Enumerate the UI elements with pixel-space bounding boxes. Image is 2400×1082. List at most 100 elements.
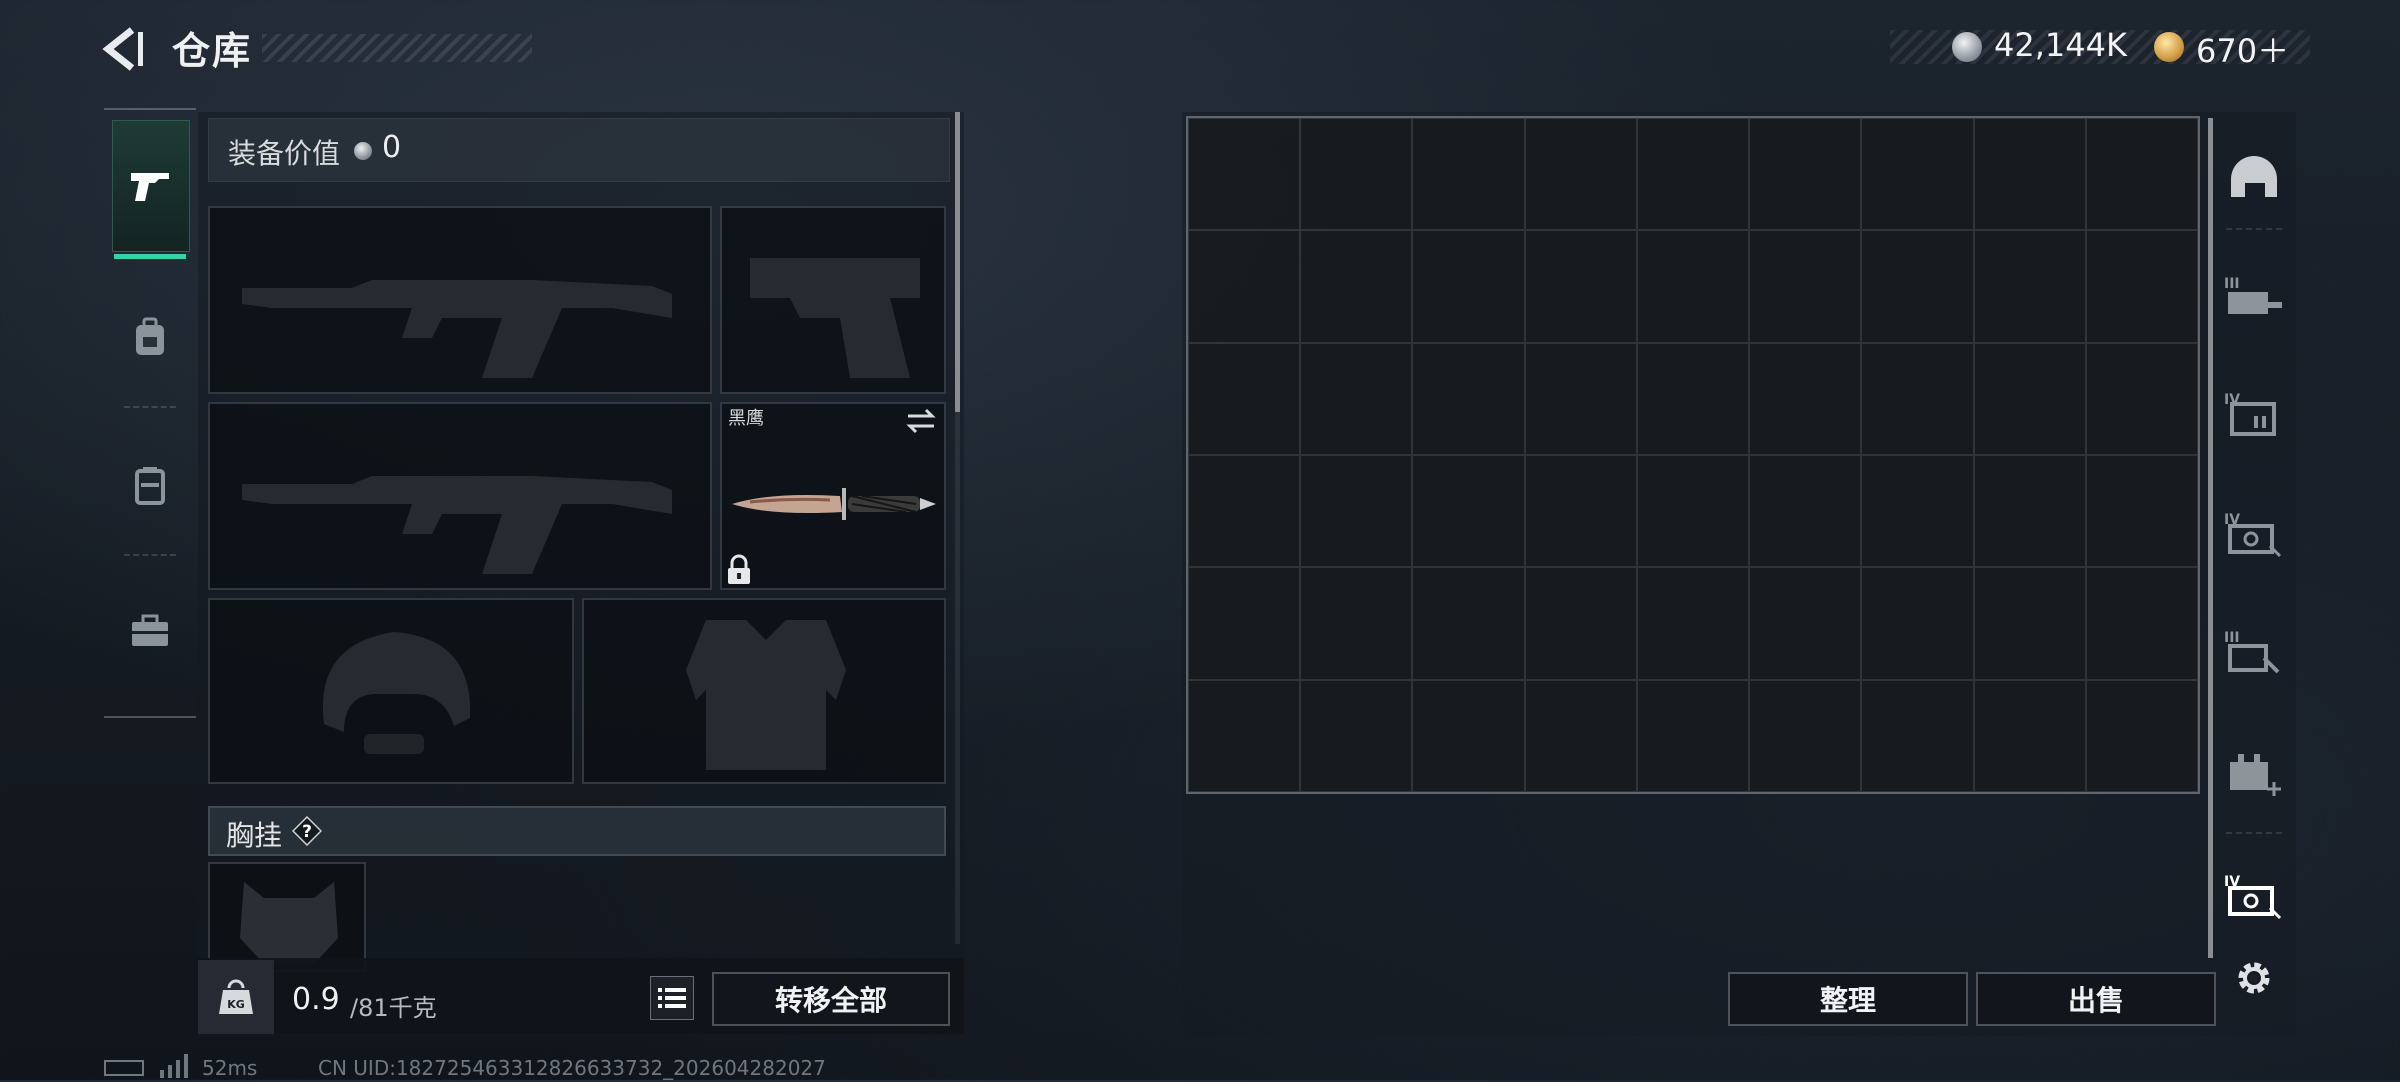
storage-cell[interactable]	[1636, 230, 1750, 343]
sidearm-slot[interactable]	[720, 206, 946, 394]
storage-cell[interactable]	[1973, 230, 2086, 343]
storage-cell[interactable]	[1524, 567, 1637, 680]
filter-helmet[interactable]	[2216, 148, 2292, 208]
gold-amount[interactable]: 670＋	[2196, 26, 2289, 72]
storage-cell[interactable]	[1300, 118, 1413, 231]
storage-cell[interactable]	[1749, 455, 1862, 568]
medkit-icon	[2230, 754, 2281, 796]
storage-cell[interactable]	[1188, 230, 1301, 343]
storage-cell[interactable]	[1188, 567, 1301, 680]
equipment-value-label: 装备价值	[228, 137, 341, 170]
filter-chest-rig-IV[interactable]: IV	[2216, 504, 2292, 564]
sell-button[interactable]: 出售	[1976, 972, 2216, 1026]
storage-cell[interactable]	[2085, 342, 2198, 455]
storage-cell[interactable]	[1412, 455, 1525, 568]
storage-grid[interactable]	[1186, 116, 2200, 794]
storage-cell[interactable]	[2085, 118, 2198, 231]
storage-cell[interactable]	[1412, 567, 1525, 680]
sort-button[interactable]: 整理	[1728, 972, 1968, 1026]
transfer-all-button[interactable]: 转移全部	[712, 972, 950, 1026]
weight-indicator: KG	[198, 960, 274, 1034]
filter-chest-rig-III[interactable]: III	[2216, 622, 2292, 682]
storage-cell[interactable]	[1749, 567, 1862, 680]
storage-cell[interactable]	[1188, 455, 1301, 568]
storage-cell[interactable]	[2085, 679, 2198, 792]
settings-button[interactable]	[2216, 948, 2292, 1008]
storage-cell[interactable]	[1861, 679, 1974, 792]
side-separator	[2226, 832, 2282, 834]
tab-toolbox[interactable]	[112, 566, 188, 696]
backpack-icon	[136, 317, 164, 355]
storage-cell[interactable]	[1524, 342, 1637, 455]
storage-cell[interactable]	[1412, 118, 1525, 231]
storage-cell[interactable]	[1412, 679, 1525, 792]
storage-cell[interactable]	[1636, 455, 1750, 568]
storage-cell[interactable]	[1188, 118, 1301, 231]
storage-cell[interactable]	[1861, 118, 1974, 231]
armor-silhouette-icon	[686, 620, 846, 770]
storage-cell[interactable]	[1300, 230, 1413, 343]
storage-cell[interactable]	[1861, 230, 1974, 343]
list-icon	[658, 988, 686, 1008]
filter-armor-III[interactable]: III	[2216, 268, 2292, 328]
storage-cell[interactable]	[2085, 455, 2198, 568]
storage-cell[interactable]	[1973, 342, 2086, 455]
tab-backpack[interactable]	[112, 272, 188, 402]
filter-medkit[interactable]	[2216, 744, 2292, 804]
help-glyph: ?	[302, 822, 312, 842]
storage-cell[interactable]	[1524, 118, 1637, 231]
storage-cell[interactable]	[1749, 342, 1862, 455]
lock-icon	[726, 554, 752, 586]
storage-cell[interactable]	[1973, 455, 2086, 568]
back-arrow-icon	[102, 27, 143, 71]
storage-cell[interactable]	[1749, 230, 1862, 343]
storage-cell[interactable]	[1524, 230, 1637, 343]
storage-cell[interactable]	[1524, 679, 1637, 792]
primary-weapon-slot[interactable]	[208, 206, 712, 394]
storage-cell[interactable]	[1188, 342, 1301, 455]
back-button[interactable]	[100, 24, 150, 74]
storage-cell[interactable]	[1973, 118, 2086, 231]
storage-cell[interactable]	[1524, 455, 1637, 568]
storage-cell[interactable]	[1861, 567, 1974, 680]
storage-cell[interactable]	[1636, 118, 1750, 231]
storage-cell[interactable]	[1636, 679, 1750, 792]
storage-cell[interactable]	[2085, 567, 2198, 680]
help-button[interactable]: ?	[291, 815, 323, 847]
filter-rig-IV-active[interactable]: IV	[2216, 866, 2292, 926]
storage-cell[interactable]	[1861, 455, 1974, 568]
helmet-silhouette-icon	[322, 632, 471, 754]
storage-scrollbar[interactable]	[2208, 118, 2213, 958]
storage-cell[interactable]	[1300, 455, 1413, 568]
storage-cell[interactable]	[1749, 679, 1862, 792]
list-view-button[interactable]	[650, 976, 694, 1020]
page-title: 仓库	[172, 29, 253, 73]
storage-cell[interactable]	[1412, 342, 1525, 455]
equipment-scroll-thumb[interactable]	[955, 112, 960, 412]
body-armor-slot[interactable]	[582, 598, 946, 784]
chest-rig-slot[interactable]	[208, 862, 366, 972]
storage-cell[interactable]	[1973, 567, 2086, 680]
storage-cell[interactable]	[1300, 679, 1413, 792]
helmet-slot[interactable]	[208, 598, 574, 784]
tab-weapons[interactable]	[112, 120, 190, 252]
backpack-IV-icon: IV	[2224, 392, 2276, 436]
storage-cell[interactable]	[1412, 230, 1525, 343]
swap-button[interactable]	[904, 404, 938, 438]
silver-coin-icon	[1952, 32, 1982, 62]
storage-cell[interactable]	[1749, 118, 1862, 231]
tab-case[interactable]	[112, 420, 188, 550]
storage-cell[interactable]	[1300, 342, 1413, 455]
tab-separator	[124, 554, 176, 556]
storage-cell[interactable]	[2085, 230, 2198, 343]
filter-backpack-IV[interactable]: IV	[2216, 384, 2292, 444]
storage-cell[interactable]	[1188, 679, 1301, 792]
storage-cell[interactable]	[1636, 342, 1750, 455]
gold-coin-icon	[2154, 32, 2184, 62]
storage-cell[interactable]	[1300, 567, 1413, 680]
storage-cell[interactable]	[1973, 679, 2086, 792]
chest-rig-III-icon: III	[2224, 630, 2280, 674]
storage-cell[interactable]	[1861, 342, 1974, 455]
secondary-weapon-slot[interactable]	[208, 402, 712, 590]
storage-cell[interactable]	[1636, 567, 1750, 680]
